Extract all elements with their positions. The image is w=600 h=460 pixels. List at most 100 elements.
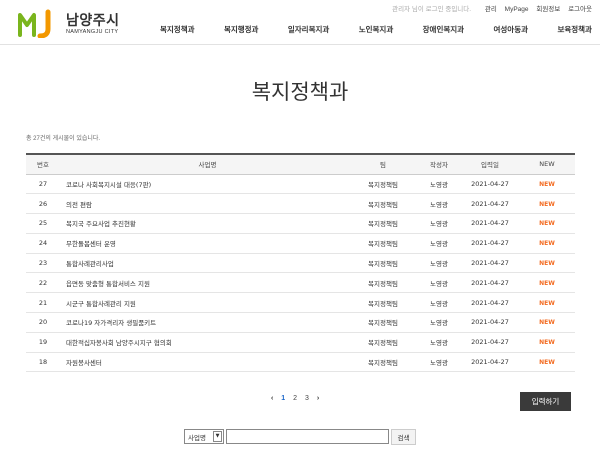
row-project-link[interactable]: 무한돌봄센터 운영	[60, 233, 349, 254]
row-number: 27	[26, 174, 60, 195]
row-team: 복지정책팀	[349, 352, 417, 373]
page-link[interactable]: 3	[305, 395, 309, 402]
new-badge: NEW	[539, 339, 555, 347]
row-number: 20	[26, 312, 60, 333]
row-number: 22	[26, 272, 60, 294]
new-badge: NEW	[539, 260, 555, 268]
site-logo[interactable]: 남양주시 NAMYANGJU CITY	[18, 8, 138, 40]
mypage-link[interactable]: MyPage	[505, 6, 529, 13]
nav-childcare-policy[interactable]: 보육정책과	[557, 24, 592, 40]
write-button[interactable]: 입력하기	[520, 392, 571, 411]
row-number: 19	[26, 332, 60, 353]
row-writer: 노영광	[417, 352, 461, 373]
row-writer: 노영광	[417, 193, 461, 215]
logout-link[interactable]: 로그아웃	[568, 6, 592, 13]
row-date: 2021-04-27	[461, 193, 519, 215]
page-title: 복지정책과	[251, 80, 349, 104]
row-number: 24	[26, 233, 60, 254]
nav-welfare-admin[interactable]: 복지행정과	[224, 24, 259, 40]
row-team: 복지정책팀	[349, 272, 417, 294]
row-team: 복지정책팀	[349, 292, 417, 314]
column-header-number: 번호	[26, 153, 60, 175]
new-badge: NEW	[539, 240, 555, 248]
search-field-select[interactable]: 사업명 ▼	[184, 429, 224, 444]
row-project-link[interactable]: 시군구 통합사례관리 지원	[60, 292, 349, 314]
city-logo-icon	[18, 9, 51, 38]
project-table: 번호 사업명 팀 작성자 입력일 NEW 27 코로나 사회복지시설 대응(7판…	[26, 153, 575, 373]
new-badge: NEW	[539, 319, 555, 327]
nav-job-welfare[interactable]: 일자리복지과	[288, 24, 329, 40]
city-name-english: NAMYANGJU CITY	[66, 29, 119, 35]
row-project-link[interactable]: 읍면동 맞춤형 통합서비스 지원	[60, 272, 349, 294]
chevron-down-icon: ▼	[213, 431, 222, 442]
row-writer: 노영광	[417, 292, 461, 314]
row-date: 2021-04-27	[461, 292, 519, 314]
total-count: 총 27건의 게시물이 있습니다.	[26, 136, 101, 142]
column-header-new: NEW	[519, 153, 575, 175]
table-row[interactable]: 18 자원봉사센터 복지정책팀 노영광 2021-04-27 NEW	[26, 352, 575, 373]
row-project-link[interactable]: 통합사례관리사업	[60, 253, 349, 274]
row-team: 복지정책팀	[349, 174, 417, 195]
row-team: 복지정책팀	[349, 233, 417, 254]
member-info-link[interactable]: 회원정보	[536, 6, 560, 13]
search-bar: 사업명 ▼ 검색	[184, 428, 416, 445]
new-badge: NEW	[539, 299, 555, 307]
row-team: 복지정책팀	[349, 193, 417, 215]
column-header-writer: 작성자	[417, 153, 461, 175]
prev-page-icon[interactable]: ‹	[271, 395, 273, 402]
new-badge: NEW	[539, 200, 555, 208]
row-writer: 노영광	[417, 312, 461, 333]
table-header-row: 번호 사업명 팀 작성자 입력일 NEW	[26, 153, 575, 175]
nav-women-children[interactable]: 여성아동과	[494, 24, 529, 40]
next-page-icon[interactable]: ›	[317, 395, 319, 402]
row-project-link[interactable]: 코로나 사회복지시설 대응(7판)	[60, 174, 349, 195]
nav-disability-welfare[interactable]: 장애인복지과	[423, 24, 464, 40]
table-row[interactable]: 24 무한돌봄센터 운영 복지정책팀 노영광 2021-04-27 NEW	[26, 233, 575, 254]
row-date: 2021-04-27	[461, 233, 519, 254]
new-badge: NEW	[539, 220, 555, 228]
row-date: 2021-04-27	[461, 352, 519, 373]
row-date: 2021-04-27	[461, 213, 519, 234]
search-input[interactable]	[226, 429, 389, 444]
row-project-link[interactable]: 복지국 주요사업 추진현황	[60, 213, 349, 234]
column-header-project: 사업명	[60, 153, 349, 175]
search-button[interactable]: 검색	[391, 428, 416, 445]
table-row[interactable]: 19 대한적십자봉사회 남양주시지구 협의회 복지정책팀 노영광 2021-04…	[26, 332, 575, 353]
row-team: 복지정책팀	[349, 213, 417, 234]
row-project-link[interactable]: 대한적십자봉사회 남양주시지구 협의회	[60, 332, 349, 353]
table-row[interactable]: 22 읍면동 맞춤형 통합서비스 지원 복지정책팀 노영광 2021-04-27…	[26, 272, 575, 294]
nav-welfare-policy[interactable]: 복지정책과	[160, 24, 195, 40]
admin-link[interactable]: 관리	[485, 6, 497, 13]
table-body: 27 코로나 사회복지시설 대응(7판) 복지정책팀 노영광 2021-04-2…	[26, 174, 575, 373]
page-link-current[interactable]: 1	[281, 395, 285, 402]
column-header-date: 입력일	[461, 153, 519, 175]
page-link[interactable]: 2	[293, 395, 297, 402]
row-writer: 노영광	[417, 174, 461, 195]
row-writer: 노영광	[417, 233, 461, 254]
city-name: 남양주시	[66, 13, 120, 29]
row-number: 26	[26, 193, 60, 215]
table-row[interactable]: 27 코로나 사회복지시설 대응(7판) 복지정책팀 노영광 2021-04-2…	[26, 174, 575, 195]
table-row[interactable]: 26 의전 편람 복지정책팀 노영광 2021-04-27 NEW	[26, 193, 575, 215]
row-writer: 노영광	[417, 253, 461, 274]
table-row[interactable]: 23 통합사례관리사업 복지정책팀 노영광 2021-04-27 NEW	[26, 253, 575, 274]
row-number: 18	[26, 352, 60, 373]
row-number: 25	[26, 213, 60, 234]
new-badge: NEW	[539, 279, 555, 287]
row-project-link[interactable]: 자원봉사센터	[60, 352, 349, 373]
row-writer: 노영광	[417, 332, 461, 353]
table-row[interactable]: 20 코로나19 자가격리자 생필품키트 복지정책팀 노영광 2021-04-2…	[26, 312, 575, 333]
row-team: 복지정책팀	[349, 332, 417, 353]
row-writer: 노영광	[417, 213, 461, 234]
table-row[interactable]: 21 시군구 통합사례관리 지원 복지정책팀 노영광 2021-04-27 NE…	[26, 292, 575, 314]
table-row[interactable]: 25 복지국 주요사업 추진현황 복지정책팀 노영광 2021-04-27 NE…	[26, 213, 575, 234]
row-team: 복지정책팀	[349, 253, 417, 274]
row-number: 23	[26, 253, 60, 274]
nav-senior-welfare[interactable]: 노인복지과	[359, 24, 394, 40]
row-date: 2021-04-27	[461, 332, 519, 353]
site-header: 남양주시 NAMYANGJU CITY 관리자 님이 로그인 중입니다. 관리 …	[0, 0, 600, 45]
row-date: 2021-04-27	[461, 272, 519, 294]
row-number: 21	[26, 292, 60, 314]
row-project-link[interactable]: 코로나19 자가격리자 생필품키트	[60, 312, 349, 333]
row-project-link[interactable]: 의전 편람	[60, 193, 349, 215]
